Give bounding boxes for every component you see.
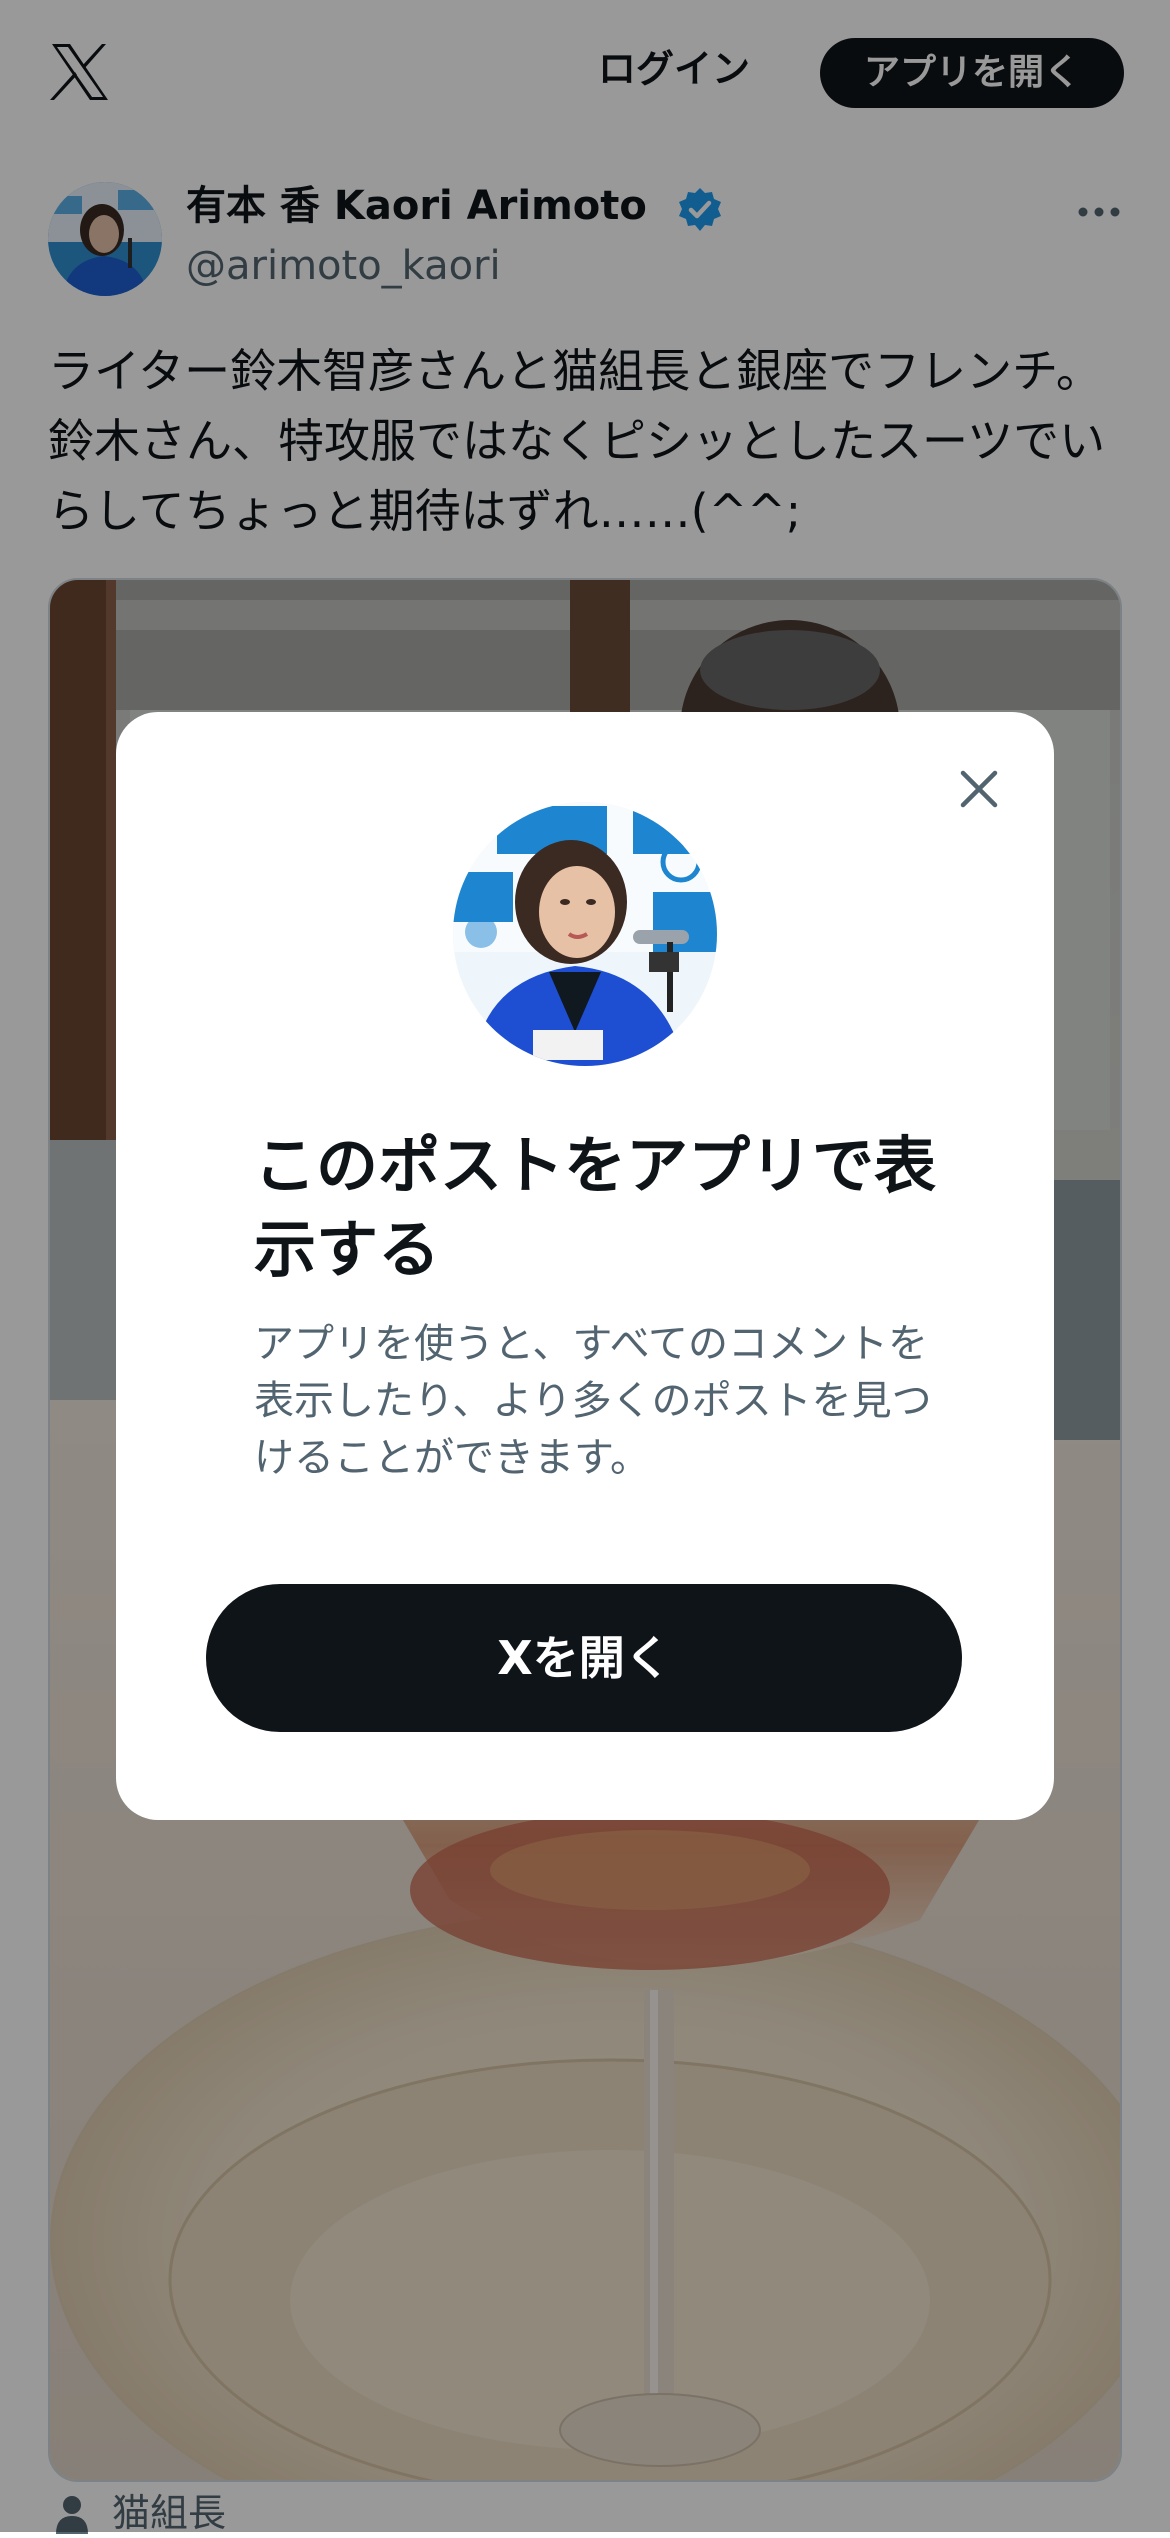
dialog-avatar [453,802,717,1066]
dialog-title: このポストをアプリで表示する [254,1129,937,1286]
open-in-app-dialog: このポストをアプリで表示する アプリを使うと、すべてのコメントを表示したり、より… [116,712,1054,1820]
close-icon[interactable] [942,752,1016,826]
dialog-description: アプリを使うと、すべてのコメントを表示したり、より多くのポストを見つけることがで… [254,1321,932,1481]
open-x-button[interactable]: Xを開く [206,1584,962,1732]
